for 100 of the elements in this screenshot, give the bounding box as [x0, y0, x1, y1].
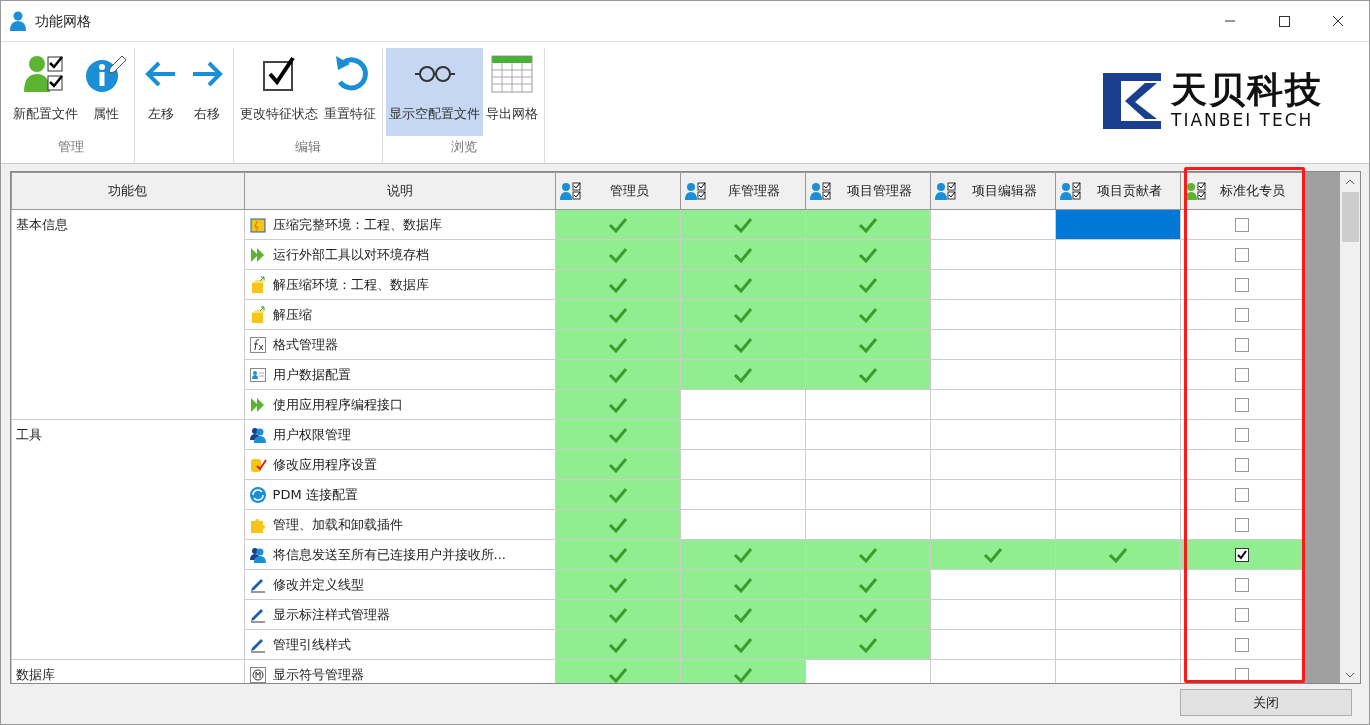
permission-cell[interactable]: [930, 239, 1056, 270]
permission-cell[interactable]: [805, 599, 931, 630]
permission-cell[interactable]: [930, 569, 1056, 600]
permission-cell[interactable]: [930, 539, 1056, 570]
permission-cell[interactable]: [555, 569, 681, 600]
column-header[interactable]: 库管理器: [680, 172, 806, 210]
permission-cell[interactable]: [930, 509, 1056, 540]
permission-cell[interactable]: [805, 479, 931, 510]
toolbar-button[interactable]: 右移: [184, 48, 230, 136]
toolbar-button[interactable]: 显示空配置文件: [386, 48, 483, 136]
permission-cell[interactable]: [805, 569, 931, 600]
column-header[interactable]: 项目管理器: [805, 172, 931, 210]
toolbar-button[interactable]: 更改特征状态: [237, 48, 321, 136]
vertical-scrollbar[interactable]: [1340, 172, 1360, 683]
permission-cell[interactable]: [930, 479, 1056, 510]
permission-cell[interactable]: [680, 359, 806, 390]
permission-cell[interactable]: [680, 299, 806, 330]
permission-cell[interactable]: [680, 569, 806, 600]
permission-cell[interactable]: [555, 209, 681, 240]
permission-cell[interactable]: [680, 419, 806, 450]
permission-cell[interactable]: [1055, 299, 1181, 330]
permission-cell[interactable]: [555, 659, 681, 683]
toolbar-button[interactable]: 重置特征: [321, 48, 379, 136]
column-header[interactable]: 说明: [244, 172, 556, 210]
permission-cell[interactable]: [805, 449, 931, 480]
permission-cell[interactable]: [555, 479, 681, 510]
column-header[interactable]: 项目编辑器: [930, 172, 1056, 210]
toolbar-button[interactable]: 导出网格: [483, 48, 541, 136]
checkbox[interactable]: [1234, 308, 1249, 323]
permission-cell[interactable]: [930, 599, 1056, 630]
permission-cell[interactable]: [555, 359, 681, 390]
permission-cell[interactable]: [680, 629, 806, 660]
permission-cell[interactable]: [930, 659, 1056, 683]
checkbox[interactable]: [1234, 428, 1249, 443]
permission-cell[interactable]: [1055, 509, 1181, 540]
permission-cell[interactable]: [680, 509, 806, 540]
permission-cell[interactable]: [1055, 329, 1181, 360]
permission-cell[interactable]: [680, 479, 806, 510]
permission-cell[interactable]: [680, 449, 806, 480]
permission-cell[interactable]: [555, 239, 681, 270]
permission-cell[interactable]: [805, 329, 931, 360]
permission-cell[interactable]: [805, 509, 931, 540]
scrollbar-thumb[interactable]: [1341, 192, 1359, 242]
checkbox[interactable]: [1234, 398, 1249, 413]
permission-cell[interactable]: [555, 299, 681, 330]
checkbox[interactable]: [1234, 638, 1249, 653]
permission-cell[interactable]: [805, 209, 931, 240]
permission-cell[interactable]: [1055, 209, 1181, 240]
permission-cell[interactable]: [930, 389, 1056, 420]
permission-cell[interactable]: [1055, 449, 1181, 480]
permission-cell[interactable]: [680, 239, 806, 270]
permission-cell[interactable]: [805, 389, 931, 420]
permission-cell[interactable]: [1055, 419, 1181, 450]
toolbar-button[interactable]: 左移: [138, 48, 184, 136]
permission-cell[interactable]: [930, 269, 1056, 300]
checkbox[interactable]: [1234, 218, 1249, 233]
permission-cell[interactable]: [555, 629, 681, 660]
close-button[interactable]: 关闭: [1180, 689, 1352, 716]
permission-cell[interactable]: [680, 269, 806, 300]
permission-cell[interactable]: [805, 539, 931, 570]
column-header[interactable]: 标准化专员: [1180, 172, 1303, 210]
permission-cell[interactable]: [680, 389, 806, 420]
checkbox[interactable]: [1234, 548, 1249, 563]
checkbox[interactable]: [1234, 338, 1249, 353]
column-header[interactable]: 项目贡献者: [1055, 172, 1181, 210]
permission-cell[interactable]: [555, 329, 681, 360]
checkbox[interactable]: [1234, 578, 1249, 593]
permission-cell[interactable]: [555, 389, 681, 420]
permission-cell[interactable]: [680, 329, 806, 360]
permission-cell[interactable]: [555, 539, 681, 570]
permission-cell[interactable]: [930, 359, 1056, 390]
permission-cell[interactable]: [805, 239, 931, 270]
permission-cell[interactable]: [805, 299, 931, 330]
permission-cell[interactable]: [1055, 659, 1181, 683]
permission-cell[interactable]: [930, 329, 1056, 360]
permission-cell[interactable]: [805, 659, 931, 683]
toolbar-button[interactable]: 属性: [81, 48, 131, 136]
checkbox[interactable]: [1234, 608, 1249, 623]
checkbox[interactable]: [1234, 488, 1249, 503]
permission-cell[interactable]: [1055, 239, 1181, 270]
permission-cell[interactable]: [1055, 389, 1181, 420]
column-header[interactable]: 管理员: [555, 172, 681, 210]
checkbox[interactable]: [1234, 368, 1249, 383]
permission-cell[interactable]: [1055, 539, 1181, 570]
permission-cell[interactable]: [805, 269, 931, 300]
permission-cell[interactable]: [1055, 269, 1181, 300]
checkbox[interactable]: [1234, 248, 1249, 263]
permission-cell[interactable]: [555, 269, 681, 300]
permission-cell[interactable]: [680, 209, 806, 240]
permission-cell[interactable]: [930, 299, 1056, 330]
checkbox[interactable]: [1234, 278, 1249, 293]
permission-cell[interactable]: [1055, 479, 1181, 510]
permission-cell[interactable]: [680, 539, 806, 570]
permission-cell[interactable]: [555, 419, 681, 450]
permission-cell[interactable]: [930, 449, 1056, 480]
permission-cell[interactable]: [1055, 359, 1181, 390]
column-header[interactable]: 功能包: [11, 172, 245, 210]
permission-cell[interactable]: [805, 419, 931, 450]
checkbox[interactable]: [1234, 458, 1249, 473]
permission-cell[interactable]: [805, 359, 931, 390]
